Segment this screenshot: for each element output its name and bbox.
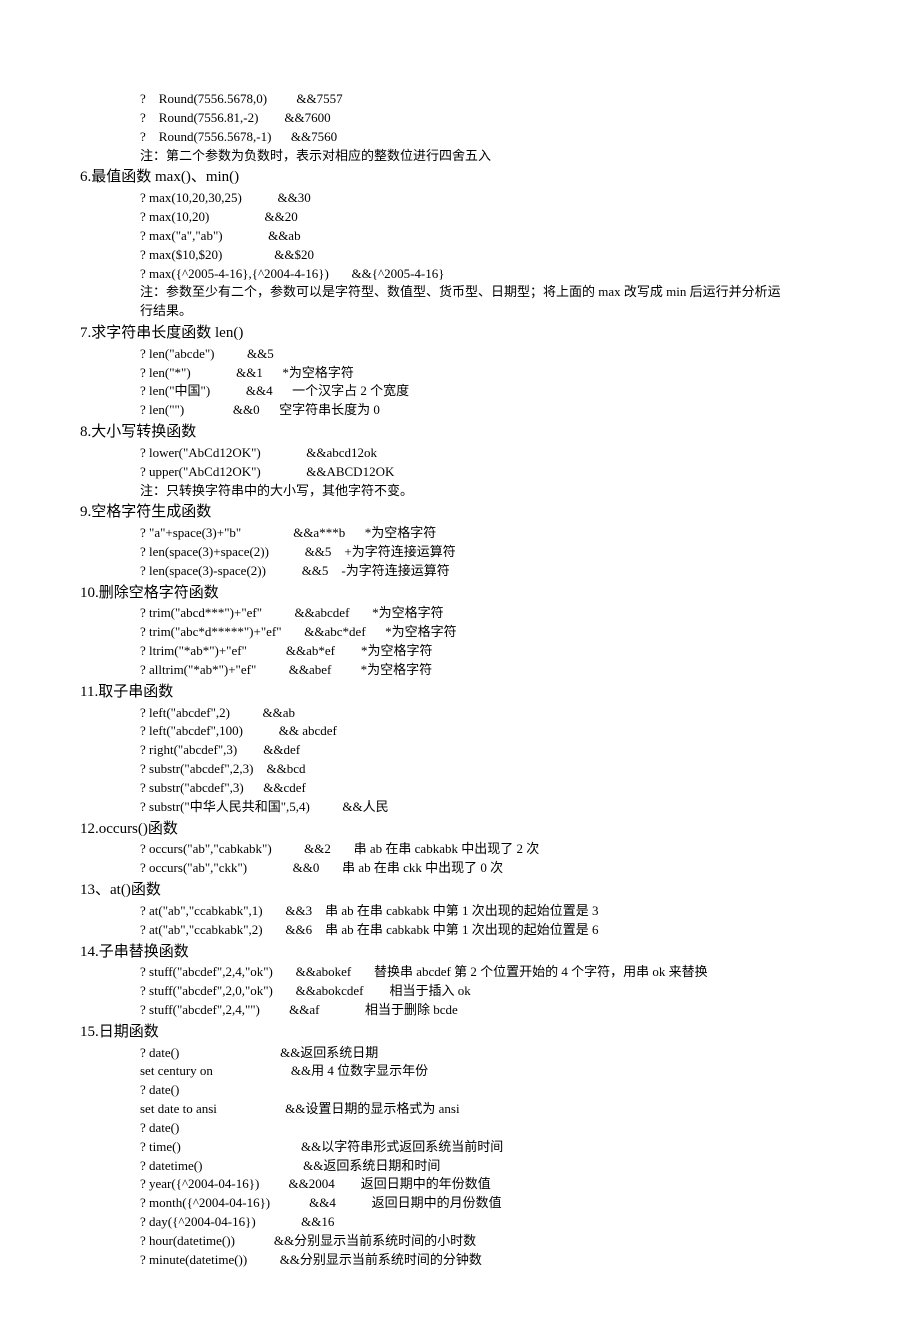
code-line: ? year({^2004-04-16}) &&2004 返回日期中的年份数值 xyxy=(80,1175,840,1194)
code-line: ? occurs("ab","cabkabk") &&2 串 ab 在串 cab… xyxy=(80,840,840,859)
section-heading: 7.求字符串长度函数 len() xyxy=(80,323,840,345)
section-heading: 13、at()函数 xyxy=(80,880,840,902)
code-line: ? substr("abcdef",2,3) &&bcd xyxy=(80,760,840,779)
code-line: ? max("a","ab") &&ab xyxy=(80,227,840,246)
code-line: ? time() &&以字符串形式返回系统当前时间 xyxy=(80,1138,840,1157)
section-heading: 10.删除空格字符函数 xyxy=(80,583,840,605)
code-line: ? "a"+space(3)+"b" &&a***b *为空格字符 xyxy=(80,524,840,543)
code-line: set century on &&用 4 位数字显示年份 xyxy=(80,1062,840,1081)
code-line: ? ltrim("*ab*")+"ef" &&ab*ef *为空格字符 xyxy=(80,642,840,661)
code-line: ? left("abcdef",100) && abcdef xyxy=(80,722,840,741)
code-line: set date to ansi &&设置日期的显示格式为 ansi xyxy=(80,1100,840,1119)
section-heading: 6.最值函数 max()、min() xyxy=(80,167,840,189)
code-line: ? upper("AbCd12OK") &&ABCD12OK xyxy=(80,463,840,482)
code-line: ? len(space(3)+space(2)) &&5 +为字符连接运算符 xyxy=(80,543,840,562)
code-line: ? day({^2004-04-16}) &&16 xyxy=(80,1213,840,1232)
document-body: ? Round(7556.5678,0) &&7557? Round(7556.… xyxy=(80,90,840,1270)
code-line: ? left("abcdef",2) &&ab xyxy=(80,704,840,723)
code-line: 注：参数至少有二个，参数可以是字符型、数值型、货币型、日期型；将上面的 max … xyxy=(80,283,840,302)
code-line: ? Round(7556.5678,0) &&7557 xyxy=(80,90,840,109)
code-line: ? month({^2004-04-16}) &&4 返回日期中的月份数值 xyxy=(80,1194,840,1213)
code-line: ? lower("AbCd12OK") &&abcd12ok xyxy=(80,444,840,463)
code-line: ? trim("abcd***")+"ef" &&abcdef *为空格字符 xyxy=(80,604,840,623)
code-line: ? stuff("abcdef",2,4,"") &&af 相当于删除 bcde xyxy=(80,1001,840,1020)
code-line: 行结果。 xyxy=(80,302,840,321)
section-heading: 9.空格字符生成函数 xyxy=(80,502,840,524)
code-line: ? max(10,20) &&20 xyxy=(80,208,840,227)
code-line: ? at("ab","ccabkabk",2) &&6 串 ab 在串 cabk… xyxy=(80,921,840,940)
code-line: ? date() xyxy=(80,1081,840,1100)
code-line: ? datetime() &&返回系统日期和时间 xyxy=(80,1157,840,1176)
code-line: 注：只转换字符串中的大小写，其他字符不变。 xyxy=(80,482,840,501)
code-line: ? max({^2005-4-16},{^2004-4-16}) &&{^200… xyxy=(80,265,840,284)
section-heading: 12.occurs()函数 xyxy=(80,819,840,841)
code-line: ? hour(datetime()) &&分别显示当前系统时间的小时数 xyxy=(80,1232,840,1251)
code-line: ? date() &&返回系统日期 xyxy=(80,1044,840,1063)
code-line: ? Round(7556.5678,-1) &&7560 xyxy=(80,128,840,147)
code-line: ? len("abcde") &&5 xyxy=(80,345,840,364)
code-line: ? max($10,$20) &&$20 xyxy=(80,246,840,265)
code-line: ? max(10,20,30,25) &&30 xyxy=(80,189,840,208)
code-line: ? Round(7556.81,-2) &&7600 xyxy=(80,109,840,128)
code-line: 注：第二个参数为负数时，表示对相应的整数位进行四舍五入 xyxy=(80,147,840,166)
code-line: ? len("") &&0 空字符串长度为 0 xyxy=(80,401,840,420)
section-heading: 8.大小写转换函数 xyxy=(80,422,840,444)
code-line: ? substr("abcdef",3) &&cdef xyxy=(80,779,840,798)
section-heading: 11.取子串函数 xyxy=(80,682,840,704)
code-line: ? len("*") &&1 *为空格字符 xyxy=(80,364,840,383)
code-line: ? stuff("abcdef",2,0,"ok") &&abokcdef 相当… xyxy=(80,982,840,1001)
code-line: ? trim("abc*d*****")+"ef" &&abc*def *为空格… xyxy=(80,623,840,642)
section-heading: 14.子串替换函数 xyxy=(80,942,840,964)
code-line: ? at("ab","ccabkabk",1) &&3 串 ab 在串 cabk… xyxy=(80,902,840,921)
code-line: ? substr("中华人民共和国",5,4) &&人民 xyxy=(80,798,840,817)
code-line: ? len("中国") &&4 一个汉字占 2 个宽度 xyxy=(80,382,840,401)
code-line: ? occurs("ab","ckk") &&0 串 ab 在串 ckk 中出现… xyxy=(80,859,840,878)
code-line: ? stuff("abcdef",2,4,"ok") &&abokef 替换串 … xyxy=(80,963,840,982)
section-heading: 15.日期函数 xyxy=(80,1022,840,1044)
code-line: ? date() xyxy=(80,1119,840,1138)
code-line: ? minute(datetime()) &&分别显示当前系统时间的分钟数 xyxy=(80,1251,840,1270)
code-line: ? alltrim("*ab*")+"ef" &&abef *为空格字符 xyxy=(80,661,840,680)
code-line: ? right("abcdef",3) &&def xyxy=(80,741,840,760)
code-line: ? len(space(3)-space(2)) &&5 -为字符连接运算符 xyxy=(80,562,840,581)
